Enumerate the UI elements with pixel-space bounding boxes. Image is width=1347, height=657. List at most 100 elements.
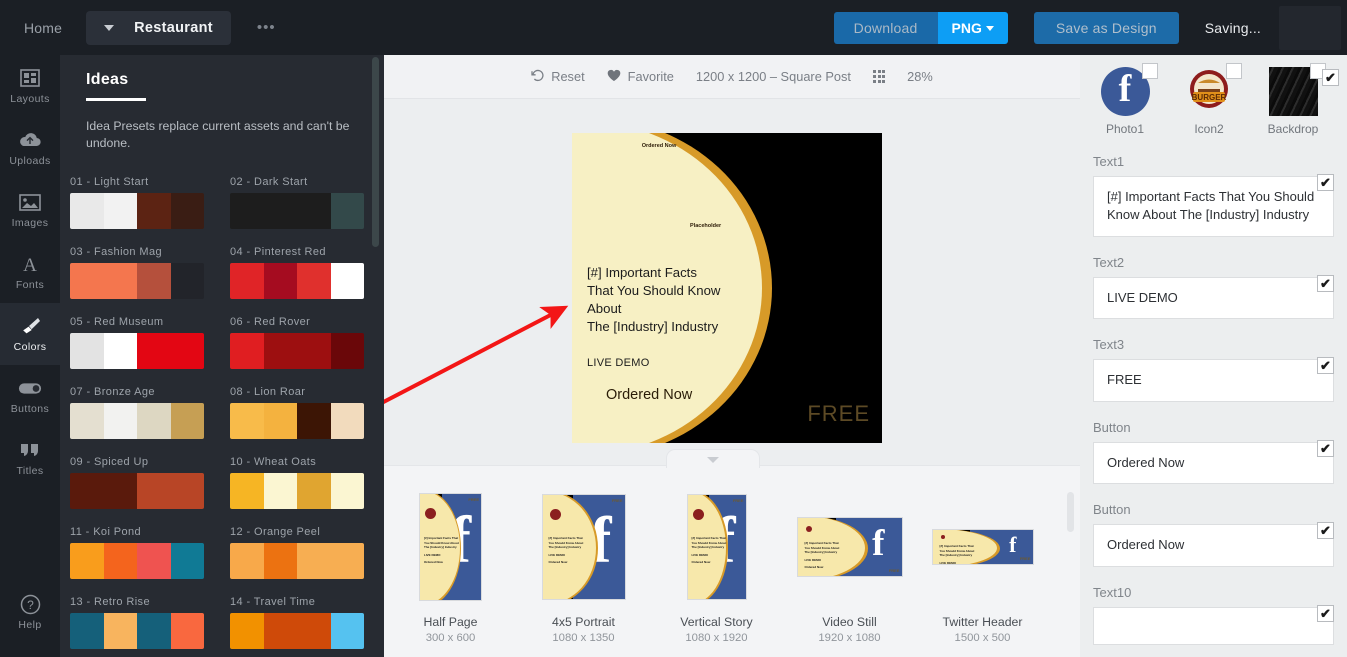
thumbnail-item[interactable]: f[#] Important Facts ThatYou Should Know… — [517, 488, 650, 644]
favorite-button[interactable]: Favorite — [607, 69, 674, 85]
preset-item[interactable]: 14 - Travel Time — [230, 596, 382, 650]
sidebar-item-fonts[interactable]: A Fonts — [0, 241, 60, 303]
color-swatch — [103, 473, 137, 510]
preset-item[interactable]: 07 - Bronze Age — [70, 386, 222, 440]
preset-item[interactable]: 04 - Pinterest Red — [230, 246, 382, 300]
preset-item[interactable]: 11 - Koi Pond — [70, 526, 222, 580]
field-label: Text1 — [1093, 154, 1125, 169]
preset-name: 13 - Retro Rise — [70, 596, 150, 609]
color-swatch — [70, 193, 104, 230]
download-button[interactable]: Download — [833, 11, 938, 44]
thumbnail-name: Video Still — [822, 615, 877, 629]
field-input[interactable]: Ordered Now ✔ — [1093, 439, 1334, 485]
asset-checkbox[interactable] — [1141, 63, 1158, 79]
thumbnail-image-holder: f[#] Important Facts ThatYou Should Know… — [931, 488, 1034, 606]
preset-name: 04 - Pinterest Red — [230, 246, 326, 259]
thumbnail-free-badge: FREE — [468, 497, 479, 502]
thumbnail-image-holder: f[#] Important Facts ThatYou Should Know… — [419, 488, 482, 606]
preset-name: 14 - Travel Time — [230, 596, 316, 609]
ideas-panel-scrollbar[interactable] — [372, 57, 379, 247]
preset-item[interactable]: 01 - Light Start — [70, 176, 222, 230]
field-checkbox[interactable]: ✔ — [1317, 604, 1334, 622]
sidebar-item-buttons[interactable]: Buttons — [0, 365, 60, 427]
home-link[interactable]: Home — [14, 14, 72, 42]
sidebar-label: Help — [18, 619, 42, 631]
chevron-down-icon — [985, 26, 994, 31]
layouts-icon — [18, 67, 42, 89]
preset-item[interactable]: 05 - Red Museum — [70, 316, 222, 370]
preset-item[interactable]: 08 - Lion Roar — [230, 386, 382, 440]
field-checkbox[interactable]: ✔ — [1317, 174, 1334, 191]
preset-swatches — [230, 473, 364, 510]
color-swatch — [170, 543, 204, 580]
sidebar-item-images[interactable]: Images — [0, 179, 60, 241]
color-swatch — [103, 333, 137, 370]
reset-button[interactable]: Reset — [531, 69, 585, 85]
field-input[interactable]: ✔ — [1093, 604, 1334, 645]
asset-backdrop[interactable]: Backdrop — [1262, 63, 1326, 136]
document-selector[interactable]: Restaurant — [86, 10, 231, 45]
undo-arrow-icon — [531, 69, 544, 85]
preset-item[interactable]: 03 - Fashion Mag — [70, 246, 222, 300]
design-canvas[interactable]: Ordered Now Placeholder [#] Important Fa… — [572, 133, 882, 443]
field-input[interactable]: FREE ✔ — [1093, 357, 1334, 402]
canvas-size-label[interactable]: 1200 x 1200 – Square Post — [696, 69, 851, 84]
field-checkbox[interactable]: ✔ — [1317, 274, 1334, 292]
thumbnail-free-badge: FREE — [611, 498, 623, 503]
sidebar-item-layouts[interactable]: Layouts — [0, 55, 60, 117]
grid-view-button[interactable] — [872, 70, 886, 83]
thumbnail-strip-scrollbar[interactable] — [1067, 492, 1074, 532]
field-input[interactable]: [#] Important Facts That You Should Know… — [1093, 174, 1334, 237]
preset-item[interactable]: 06 - Red Rover — [230, 316, 382, 370]
field-checkbox[interactable]: ✔ — [1317, 357, 1334, 375]
design-headline: [#] Important Facts That You Should Know A… — [587, 264, 777, 336]
color-swatch — [230, 473, 264, 510]
size-text: 1200 x 1200 – Square Post — [695, 69, 851, 84]
field-block: Button Ordered Now ✔ — [1080, 420, 1347, 485]
preset-item[interactable]: 13 - Retro Rise — [70, 596, 222, 650]
asset-icon2[interactable]: BURGER Icon2 — [1178, 63, 1242, 136]
sidebar-item-uploads[interactable]: Uploads — [0, 117, 60, 179]
app-root: Home Restaurant ••• Download PNG Save as… — [0, 0, 1347, 657]
field-checkbox[interactable]: ✔ — [1317, 439, 1334, 457]
preset-item[interactable]: 10 - Wheat Oats — [230, 456, 382, 510]
quote-marks-icon — [18, 439, 42, 461]
chevron-down-icon — [104, 24, 115, 31]
asset-checkbox[interactable] — [1225, 63, 1242, 79]
format-select-png[interactable]: PNG — [937, 11, 1008, 44]
preset-swatches — [70, 333, 204, 370]
thumbnail-item[interactable]: f[#] Important Facts ThatYou Should Know… — [384, 488, 517, 644]
check-icon: ✔ — [1320, 605, 1331, 621]
thumbnail-text-block: [#] Important Facts That You Should Know … — [804, 541, 840, 569]
thumbnail-item[interactable]: f[#] Important Facts ThatYou Should Know… — [783, 488, 916, 644]
favorite-label: Favorite — [627, 69, 674, 84]
field-label: Text10 — [1093, 584, 1132, 600]
thumbnail-name: Twitter Header — [942, 615, 1023, 629]
color-swatch — [70, 333, 104, 370]
asset-label: Icon2 — [1194, 122, 1224, 136]
sidebar-item-titles[interactable]: Titles — [0, 427, 60, 489]
thumbnail-item[interactable]: f[#] Important Facts ThatYou Should Know… — [916, 488, 1049, 644]
sidebar-item-help[interactable]: ? Help — [0, 581, 60, 643]
field-input[interactable]: Ordered Now ✔ — [1093, 522, 1334, 567]
preset-item[interactable]: 12 - Orange Peel — [230, 526, 382, 580]
field-block: Text1 [#] Important Facts That You Should… — [1080, 154, 1347, 237]
preset-item[interactable]: 09 - Spiced Up — [70, 456, 222, 510]
color-swatch — [137, 473, 171, 510]
collapse-strip-button[interactable] — [666, 449, 760, 468]
more-options-button[interactable]: ••• — [249, 15, 284, 40]
top-right-panel-box[interactable] — [1279, 5, 1341, 50]
field-checkbox[interactable]: ✔ — [1317, 522, 1334, 540]
thumbnail-dimensions: 1080 x 1920 — [685, 632, 748, 644]
save-as-design-button[interactable]: Save as Design — [1033, 11, 1179, 44]
preset-item[interactable]: 02 - Dark Start — [230, 176, 382, 230]
sidebar-item-colors[interactable]: Colors — [0, 303, 60, 365]
color-swatch — [70, 613, 104, 650]
property-fields: Text1 [#] Important Facts That You Should… — [1080, 154, 1347, 645]
color-swatch — [170, 613, 204, 650]
thumbnail-item[interactable]: f[#] Important Facts ThatYou Should Know… — [650, 488, 783, 644]
assets-master-checkbox[interactable]: ✔ — [1322, 69, 1339, 86]
field-input[interactable]: LIVE DEMO ✔ — [1093, 274, 1334, 320]
asset-photo1[interactable]: f Photo1 — [1094, 63, 1158, 136]
zoom-level[interactable]: 28% — [907, 69, 933, 84]
